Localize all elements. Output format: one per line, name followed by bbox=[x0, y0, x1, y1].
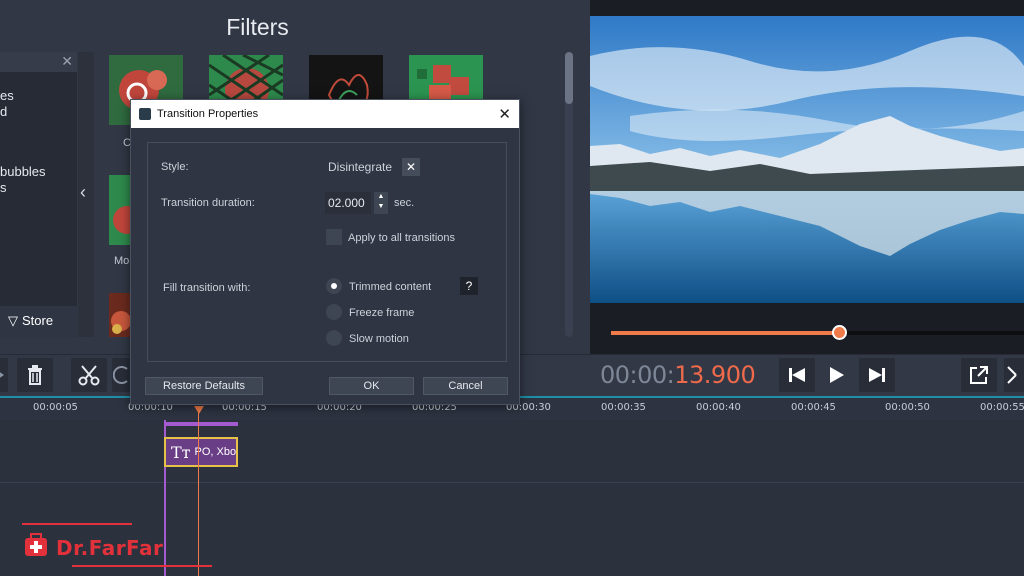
title-clip[interactable]: Tт PO, Xbo bbox=[164, 437, 238, 467]
restore-defaults-button[interactable]: Restore Defaults bbox=[145, 377, 263, 395]
close-icon[interactable]: ✕ bbox=[498, 105, 511, 123]
ruler-tick: 00:00:55 bbox=[980, 402, 1024, 413]
chevron-up-icon[interactable]: ▲ bbox=[374, 192, 388, 202]
split-button[interactable] bbox=[71, 358, 107, 392]
rotate-icon bbox=[113, 366, 128, 384]
option-slow-motion[interactable]: Slow motion bbox=[349, 333, 409, 345]
ruler-tick: 00:00:40 bbox=[696, 402, 741, 413]
previous-button[interactable] bbox=[779, 358, 815, 392]
export-button[interactable] bbox=[961, 358, 997, 392]
skip-forward-icon bbox=[869, 368, 885, 382]
duration-input[interactable]: 02.000 bbox=[325, 192, 371, 214]
filter-thumbnail[interactable] bbox=[109, 293, 131, 337]
ruler-tick: 00:00:05 bbox=[33, 402, 78, 413]
cart-icon: ▽ bbox=[8, 313, 18, 328]
trash-icon bbox=[28, 365, 42, 385]
timecode-prefix: 00:00: bbox=[600, 361, 675, 389]
playhead-handle[interactable] bbox=[194, 406, 204, 414]
play-button[interactable] bbox=[819, 358, 855, 392]
next-button[interactable] bbox=[859, 358, 895, 392]
watermark-text: Dr.FarFar bbox=[56, 536, 164, 560]
chevron-down-icon[interactable]: ▼ bbox=[374, 202, 388, 212]
category-list: ✕ es d bubbles s bbox=[0, 52, 77, 337]
fullscreen-icon bbox=[1007, 366, 1017, 384]
radio-freeze-frame[interactable] bbox=[326, 304, 342, 320]
style-value: Disintegrate bbox=[328, 160, 393, 174]
store-button[interactable]: ▽ Store bbox=[0, 306, 77, 337]
category-list-header: ✕ bbox=[0, 52, 77, 72]
category-item[interactable]: es bbox=[0, 88, 14, 103]
style-label: Style: bbox=[161, 161, 189, 173]
play-icon bbox=[830, 367, 844, 383]
title-clip-label: PO, Xbo bbox=[194, 446, 237, 458]
cancel-button[interactable]: Cancel bbox=[423, 377, 508, 395]
category-item[interactable]: bubbles bbox=[0, 164, 46, 179]
close-icon[interactable]: ✕ bbox=[61, 53, 73, 70]
scrollbar-thumb[interactable] bbox=[565, 52, 573, 104]
filters-title: Filters bbox=[226, 14, 289, 40]
play-arrow-icon[interactable] bbox=[0, 358, 8, 392]
skip-back-icon bbox=[789, 368, 805, 382]
video-preview[interactable] bbox=[590, 16, 1024, 303]
transition-properties-dialog: Transition Properties ✕ Style: Disintegr… bbox=[130, 99, 520, 405]
timecode-seconds: 13.900 bbox=[674, 361, 756, 389]
store-label: Store bbox=[22, 313, 54, 328]
radio-trimmed-content[interactable] bbox=[326, 278, 342, 294]
duration-stepper[interactable]: ▲ ▼ bbox=[374, 192, 388, 214]
rotate-button[interactable] bbox=[112, 358, 130, 392]
close-icon: ✕ bbox=[405, 160, 417, 174]
duration-label: Transition duration: bbox=[161, 197, 255, 209]
filter-thumbnail-label: Mo bbox=[114, 255, 130, 267]
clip-marker bbox=[164, 422, 238, 426]
scissors-icon bbox=[78, 365, 100, 386]
ruler-tick: 00:00:45 bbox=[791, 402, 836, 413]
ok-button[interactable]: OK bbox=[329, 377, 414, 395]
apply-all-checkbox[interactable] bbox=[326, 229, 342, 245]
help-button[interactable]: ? bbox=[460, 277, 478, 295]
duration-unit: sec. bbox=[394, 197, 415, 209]
apply-all-label: Apply to all transitions bbox=[348, 232, 455, 244]
ruler-tick: 00:00:35 bbox=[601, 402, 646, 413]
option-freeze-frame[interactable]: Freeze frame bbox=[349, 307, 414, 319]
seek-bar-progress bbox=[611, 331, 839, 335]
app-icon bbox=[139, 108, 151, 120]
category-item[interactable]: s bbox=[0, 180, 7, 195]
ruler-tick: 00:00:50 bbox=[885, 402, 930, 413]
filter-thumbnail[interactable] bbox=[109, 175, 131, 245]
radio-slow-motion[interactable] bbox=[326, 330, 342, 346]
chevron-left-icon[interactable]: ‹ bbox=[80, 182, 86, 203]
timecode-display: 00:00:13.900 bbox=[600, 361, 756, 389]
fill-label: Fill transition with: bbox=[163, 282, 251, 294]
option-trimmed-content[interactable]: Trimmed content bbox=[349, 281, 431, 293]
dialog-title: Transition Properties bbox=[157, 108, 259, 120]
delete-button[interactable] bbox=[17, 358, 53, 392]
external-link-icon bbox=[970, 366, 988, 384]
title-text-icon: Tт bbox=[171, 442, 191, 462]
seek-handle[interactable] bbox=[832, 325, 847, 340]
fullscreen-button[interactable] bbox=[1004, 358, 1024, 392]
track-divider bbox=[0, 482, 1024, 483]
category-item[interactable]: d bbox=[0, 104, 7, 119]
dialog-body bbox=[147, 142, 507, 362]
clear-style-button[interactable]: ✕ bbox=[402, 158, 420, 176]
dialog-titlebar[interactable]: Transition Properties ✕ bbox=[131, 100, 519, 128]
